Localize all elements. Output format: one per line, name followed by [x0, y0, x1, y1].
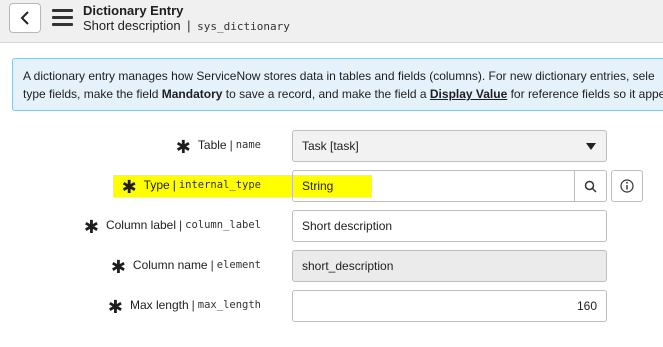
- back-button[interactable]: [9, 3, 41, 33]
- info-icon: [620, 179, 634, 193]
- column-label-row: ✱ Column label | column_label Short descri…: [0, 210, 663, 242]
- header-titles: Dictionary Entry Short description | sys…: [83, 3, 290, 34]
- type-row-field: ✱ Type | internal_type String: [0, 170, 663, 202]
- record-display-value: Short description: [83, 18, 181, 33]
- max-length-row: ✱ Max length | max_length 160: [0, 290, 663, 322]
- max-length-input[interactable]: 160: [292, 290, 607, 322]
- info-line-2: type fields, make the field Mandatory to…: [23, 87, 663, 101]
- type-info-button[interactable]: [611, 170, 643, 202]
- required-asterisk-icon: ✱: [107, 297, 123, 317]
- search-icon: [584, 180, 597, 193]
- column-name-input[interactable]: short_description: [292, 250, 607, 282]
- required-asterisk-icon: ✱: [121, 177, 137, 197]
- page-subtitle: Short description | sys_dictionary: [83, 18, 290, 33]
- type-input[interactable]: String: [292, 170, 575, 202]
- chevron-left-icon: [20, 11, 29, 25]
- info-line-1: A dictionary entry manages how ServiceNo…: [23, 69, 655, 83]
- required-asterisk-icon: ✱: [110, 257, 126, 277]
- column-name-row: ✱ Column name | element short_description: [0, 250, 663, 282]
- type-lookup-button[interactable]: [574, 170, 607, 202]
- dropdown-caret-icon: [586, 142, 596, 150]
- table-select[interactable]: Task [task]: [292, 130, 607, 162]
- table-row-field: ✱ Table | name Task [task]: [0, 130, 663, 162]
- column-label-input[interactable]: Short description: [292, 210, 607, 242]
- form-header: Dictionary Entry Short description | sys…: [0, 0, 663, 43]
- hamburger-menu-icon[interactable]: [52, 9, 73, 27]
- max-length-label: ✱ Max length | max_length: [107, 297, 261, 317]
- table-name: sys_dictionary: [197, 20, 290, 33]
- table-label: ✱ Table | name: [175, 137, 261, 157]
- page-title: Dictionary Entry: [83, 3, 184, 18]
- info-message: A dictionary entry manages how ServiceNo…: [12, 58, 663, 111]
- display-value-text: Display Value: [429, 87, 508, 101]
- mandatory-text: Mandatory: [161, 87, 223, 101]
- column-label-label: ✱ Column label | column_label: [83, 217, 261, 237]
- required-asterisk-icon: ✱: [175, 137, 191, 157]
- type-label: ✱ Type | internal_type: [121, 177, 261, 197]
- required-asterisk-icon: ✱: [83, 217, 99, 237]
- column-name-label: ✱ Column name | element: [110, 257, 261, 277]
